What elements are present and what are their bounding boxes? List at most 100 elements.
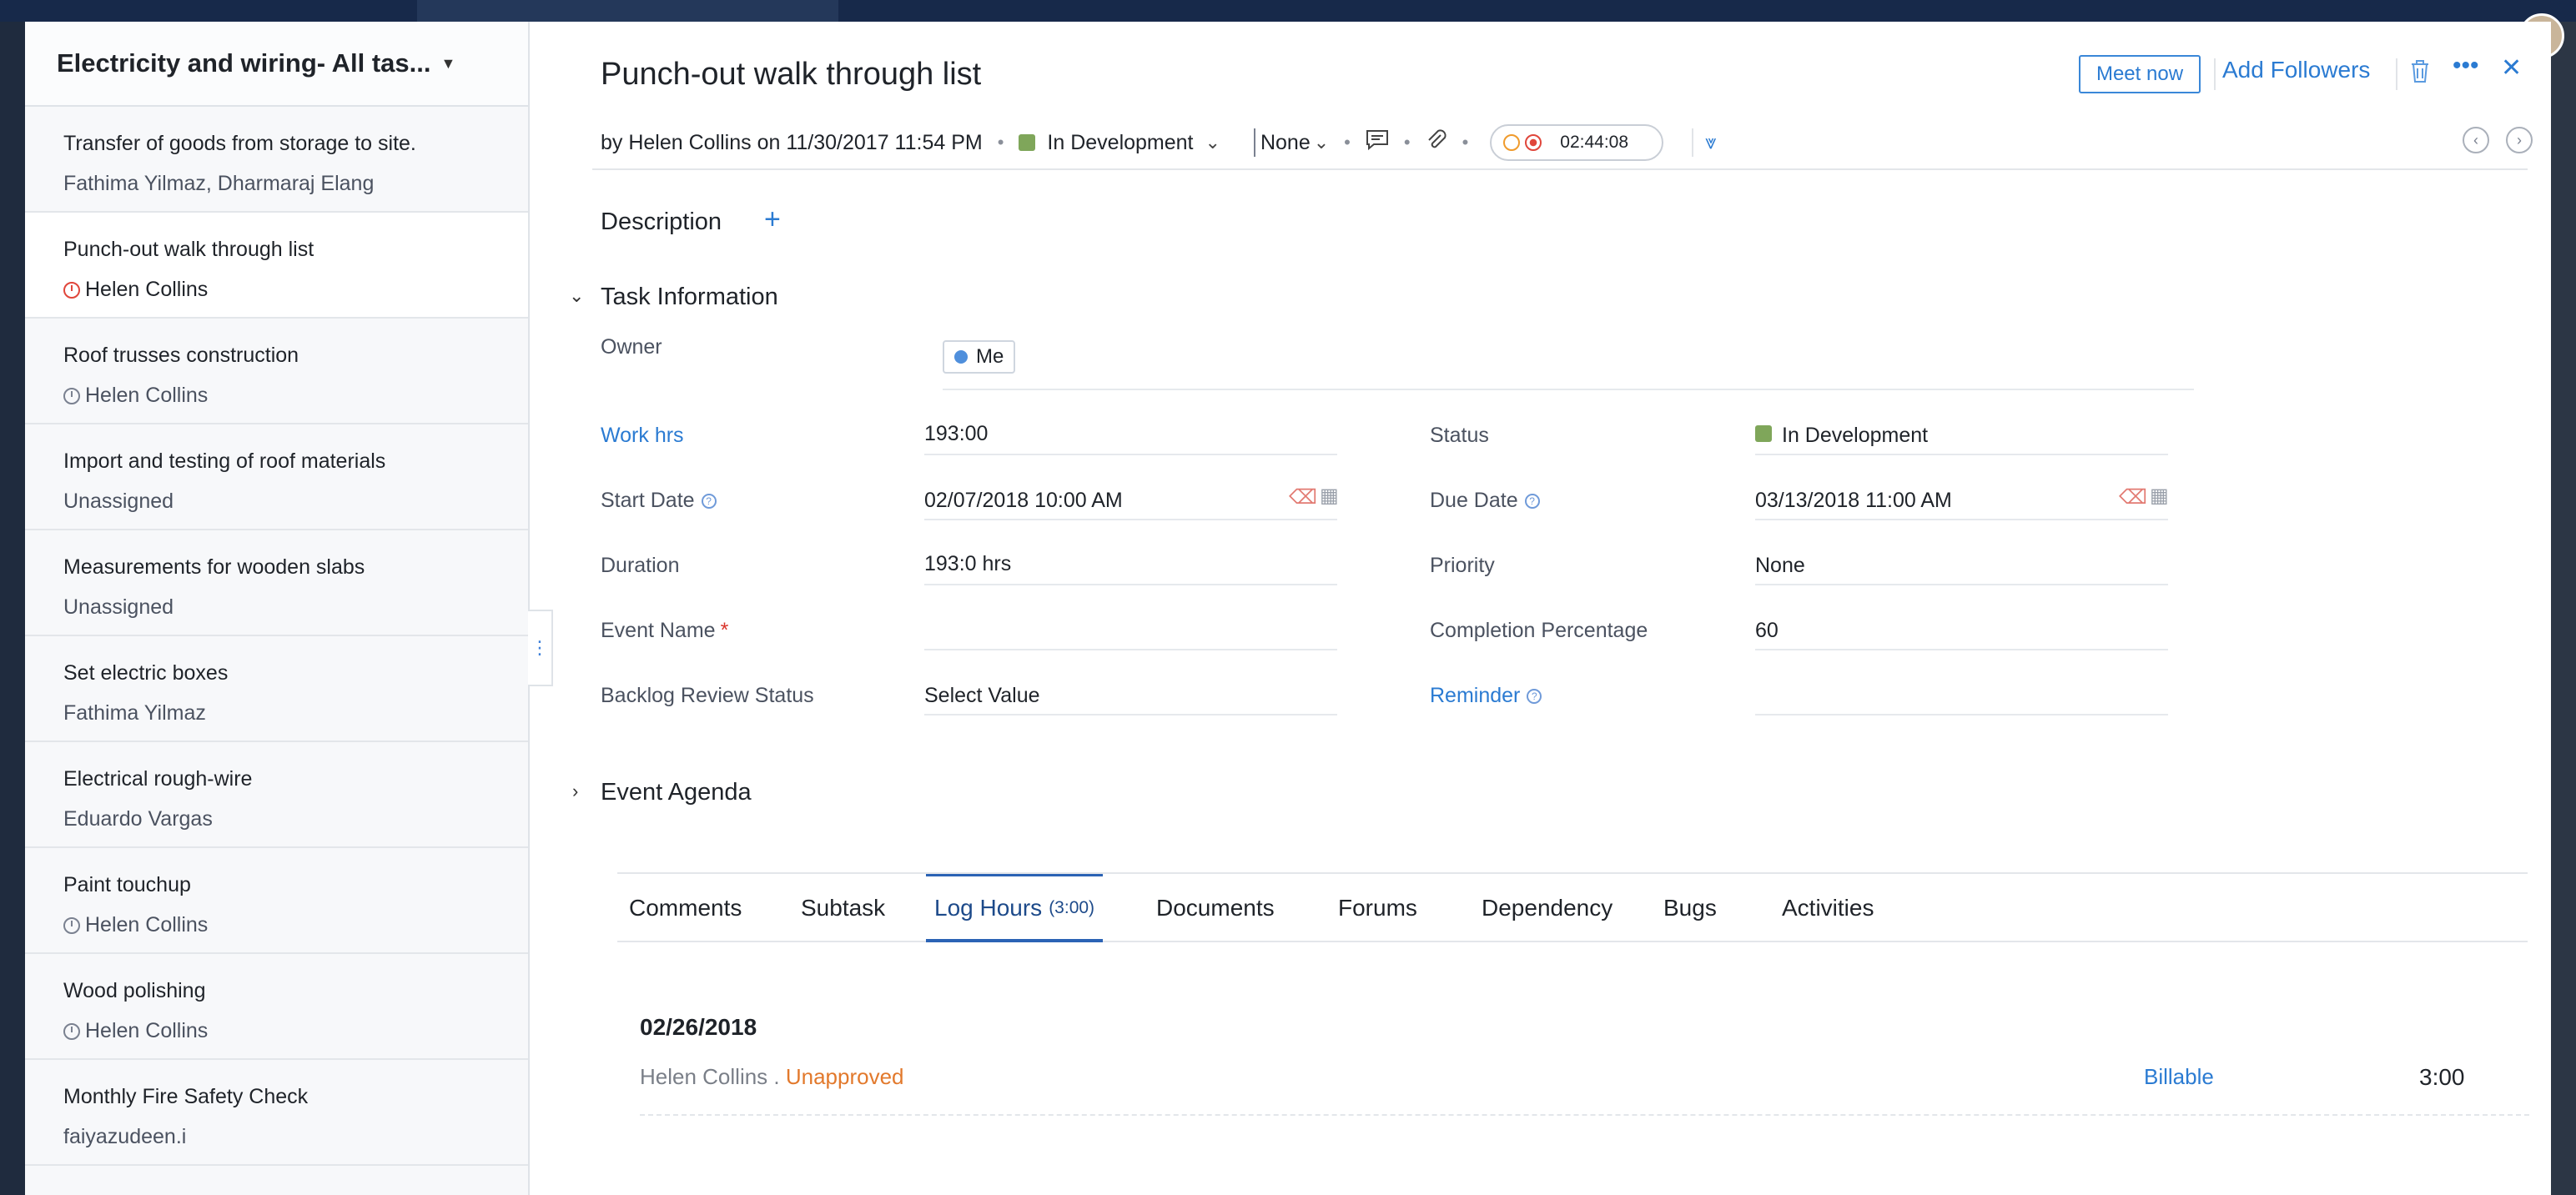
add-description-icon[interactable]: + bbox=[764, 203, 781, 236]
help-icon[interactable]: ? bbox=[1527, 689, 1542, 705]
completion-percentage-label: Completion Percentage bbox=[1430, 619, 1648, 642]
meta-divider bbox=[1692, 128, 1694, 157]
tab-subtask[interactable]: Subtask bbox=[801, 874, 885, 942]
start-date-label-text: Start Date bbox=[601, 489, 695, 512]
timer-widget[interactable]: 02:44:08 bbox=[1490, 124, 1664, 161]
start-date-label: Start Date? bbox=[601, 489, 717, 513]
task-list-item[interactable]: Import and testing of roof materials Una… bbox=[25, 424, 528, 530]
chevron-down-icon[interactable]: ⌄ bbox=[1205, 132, 1220, 153]
tab-documents[interactable]: Documents bbox=[1156, 874, 1275, 942]
status-color-swatch bbox=[1755, 425, 1772, 442]
tab-comments[interactable]: Comments bbox=[629, 874, 742, 942]
log-entry-hours: 3:00 bbox=[2419, 1064, 2465, 1090]
clear-date-icon[interactable]: ⌫ bbox=[1289, 485, 1317, 510]
log-entry-approval-status[interactable]: Unapproved bbox=[786, 1064, 904, 1089]
header-rule bbox=[592, 168, 2528, 170]
chevron-right-icon[interactable]: › bbox=[572, 781, 578, 802]
task-owner: Helen Collins bbox=[63, 1019, 528, 1043]
task-list-item[interactable]: Monthly Fire Safety Check faiyazudeen.i bbox=[25, 1060, 528, 1166]
log-entry-divider bbox=[640, 1114, 2529, 1116]
event-agenda-heading[interactable]: Event Agenda bbox=[601, 779, 752, 806]
description-heading[interactable]: Description bbox=[601, 208, 722, 236]
status-value-text: In Development bbox=[1782, 424, 1929, 447]
trash-icon[interactable] bbox=[2409, 58, 2431, 90]
chevron-down-icon[interactable]: ⌄ bbox=[569, 285, 584, 307]
pause-icon[interactable] bbox=[1503, 134, 1521, 151]
task-information-heading[interactable]: Task Information bbox=[601, 284, 778, 311]
more-options-icon[interactable]: ••• bbox=[2453, 52, 2479, 80]
close-icon[interactable]: ✕ bbox=[2501, 53, 2522, 83]
caret-down-icon[interactable]: ▼ bbox=[440, 55, 455, 73]
help-icon[interactable]: ? bbox=[701, 494, 717, 510]
tab-log-hours[interactable]: Log Hours (3:00) bbox=[926, 874, 1104, 942]
work-hrs-label[interactable]: Work hrs bbox=[601, 424, 684, 448]
field-underline bbox=[924, 519, 1337, 520]
task-list-item[interactable]: Electrical rough-wire Eduardo Vargas bbox=[25, 742, 528, 848]
priority-dropdown[interactable]: None bbox=[1260, 131, 1311, 155]
expand-more-icon[interactable]: ⩔ bbox=[1705, 131, 1717, 154]
timer-icon bbox=[63, 916, 80, 934]
tab-bugs[interactable]: Bugs bbox=[1663, 874, 1717, 942]
timer-icon bbox=[63, 387, 80, 404]
task-list-sidebar: Electricity and wiring- All tas... ▼ Tra… bbox=[25, 22, 530, 1195]
task-detail-modal: Electricity and wiring- All tas... ▼ Tra… bbox=[25, 22, 2551, 1195]
event-name-label: Event Name * bbox=[601, 619, 728, 643]
owner-chip[interactable]: Me bbox=[943, 340, 1016, 374]
help-icon[interactable]: ? bbox=[1524, 494, 1540, 510]
duration-value[interactable]: 193:0 hrs bbox=[924, 552, 1011, 576]
event-name-input[interactable] bbox=[924, 619, 1337, 644]
priority-value[interactable]: None bbox=[1755, 554, 1805, 578]
field-underline bbox=[924, 584, 1337, 585]
start-date-value[interactable]: 02/07/2018 10:00 AM bbox=[924, 489, 1123, 513]
add-followers-link[interactable]: Add Followers bbox=[2222, 57, 2370, 83]
task-list-item[interactable]: Measurements for wooden slabs Unassigned bbox=[25, 530, 528, 636]
log-entry-user[interactable]: Helen Collins bbox=[640, 1064, 767, 1089]
stop-icon[interactable] bbox=[1525, 134, 1542, 151]
task-owner-name: Eduardo Vargas bbox=[63, 807, 213, 831]
completion-percentage-value[interactable]: 60 bbox=[1755, 619, 1779, 643]
meet-now-button[interactable]: Meet now bbox=[2079, 55, 2201, 93]
task-list-item[interactable]: Paint touchup Helen Collins bbox=[25, 848, 528, 954]
next-task-icon[interactable]: › bbox=[2506, 127, 2533, 153]
app-top-bar bbox=[0, 0, 2576, 22]
task-list-item-active[interactable]: Punch-out walk through list Helen Collin… bbox=[25, 213, 528, 319]
task-detail-pane: Punch-out walk through list Meet now Add… bbox=[559, 22, 2551, 1195]
clear-date-icon[interactable]: ⌫ bbox=[2119, 485, 2147, 510]
task-list-item[interactable]: Set electric boxes Fathima Yilmaz bbox=[25, 636, 528, 742]
status-color-swatch bbox=[1019, 134, 1036, 151]
panel-resize-handle[interactable]: ⋮ bbox=[528, 610, 553, 686]
task-owner-name: Helen Collins bbox=[85, 384, 209, 407]
reminder-label[interactable]: Reminder? bbox=[1430, 684, 1542, 708]
task-list-item[interactable]: Transfer of goods from storage to site. … bbox=[25, 107, 528, 213]
status-dropdown[interactable]: In Development bbox=[1047, 131, 1193, 155]
tab-log-hours-label: Log Hours bbox=[934, 894, 1043, 921]
tab-activities[interactable]: Activities bbox=[1782, 874, 1874, 942]
chevron-down-icon[interactable]: ⌄ bbox=[1314, 132, 1329, 153]
work-hrs-value[interactable]: 193:00 bbox=[924, 422, 988, 446]
task-owner: Eduardo Vargas bbox=[63, 807, 528, 831]
calendar-icon[interactable]: ▦ bbox=[2150, 484, 2169, 508]
task-list-header[interactable]: Electricity and wiring- All tas... ▼ bbox=[25, 22, 528, 107]
log-entry-billable[interactable]: Billable bbox=[2144, 1064, 2214, 1090]
meta-separator: • bbox=[1403, 132, 1411, 153]
task-owner: Fathima Yilmaz, Dharmaraj Elang bbox=[63, 172, 528, 196]
tab-log-hours-count: (3:00) bbox=[1049, 897, 1095, 917]
previous-task-icon[interactable]: ‹ bbox=[2463, 127, 2489, 153]
attachment-icon[interactable] bbox=[1426, 128, 1447, 158]
due-date-value[interactable]: 03/13/2018 11:00 AM bbox=[1755, 489, 1952, 513]
backlog-review-status-select[interactable]: Select Value bbox=[924, 684, 1040, 708]
task-title[interactable]: Punch-out walk through list bbox=[601, 57, 981, 93]
task-list-item[interactable]: Wood polishing Helen Collins bbox=[25, 954, 528, 1060]
task-owner-name: Fathima Yilmaz bbox=[63, 701, 206, 725]
field-underline bbox=[924, 649, 1337, 650]
calendar-icon[interactable]: ▦ bbox=[1320, 484, 1339, 508]
task-owner: Helen Collins bbox=[63, 278, 528, 302]
tab-dependency[interactable]: Dependency bbox=[1482, 874, 1613, 942]
tab-forums[interactable]: Forums bbox=[1338, 874, 1417, 942]
comment-icon[interactable] bbox=[1366, 129, 1389, 157]
task-list-item[interactable]: Roof trusses construction Helen Collins bbox=[25, 319, 528, 424]
meta-separator: • bbox=[1462, 132, 1469, 153]
status-value[interactable]: In Development bbox=[1755, 424, 1928, 448]
task-list-title[interactable]: Electricity and wiring- All tas... bbox=[57, 48, 430, 78]
app-top-tab bbox=[417, 0, 838, 22]
